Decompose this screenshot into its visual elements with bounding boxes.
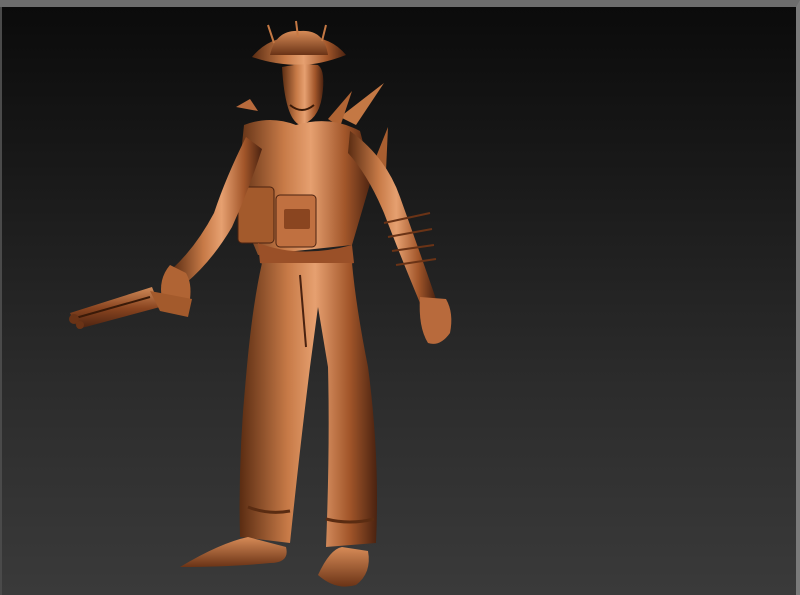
sculpted-character-model[interactable]: [0, 7, 800, 595]
head: [282, 64, 324, 125]
legs: [239, 263, 377, 547]
sculpt-viewport[interactable]: [0, 0, 800, 595]
left-arm: [348, 131, 452, 344]
tricorn-hat: [252, 20, 346, 65]
